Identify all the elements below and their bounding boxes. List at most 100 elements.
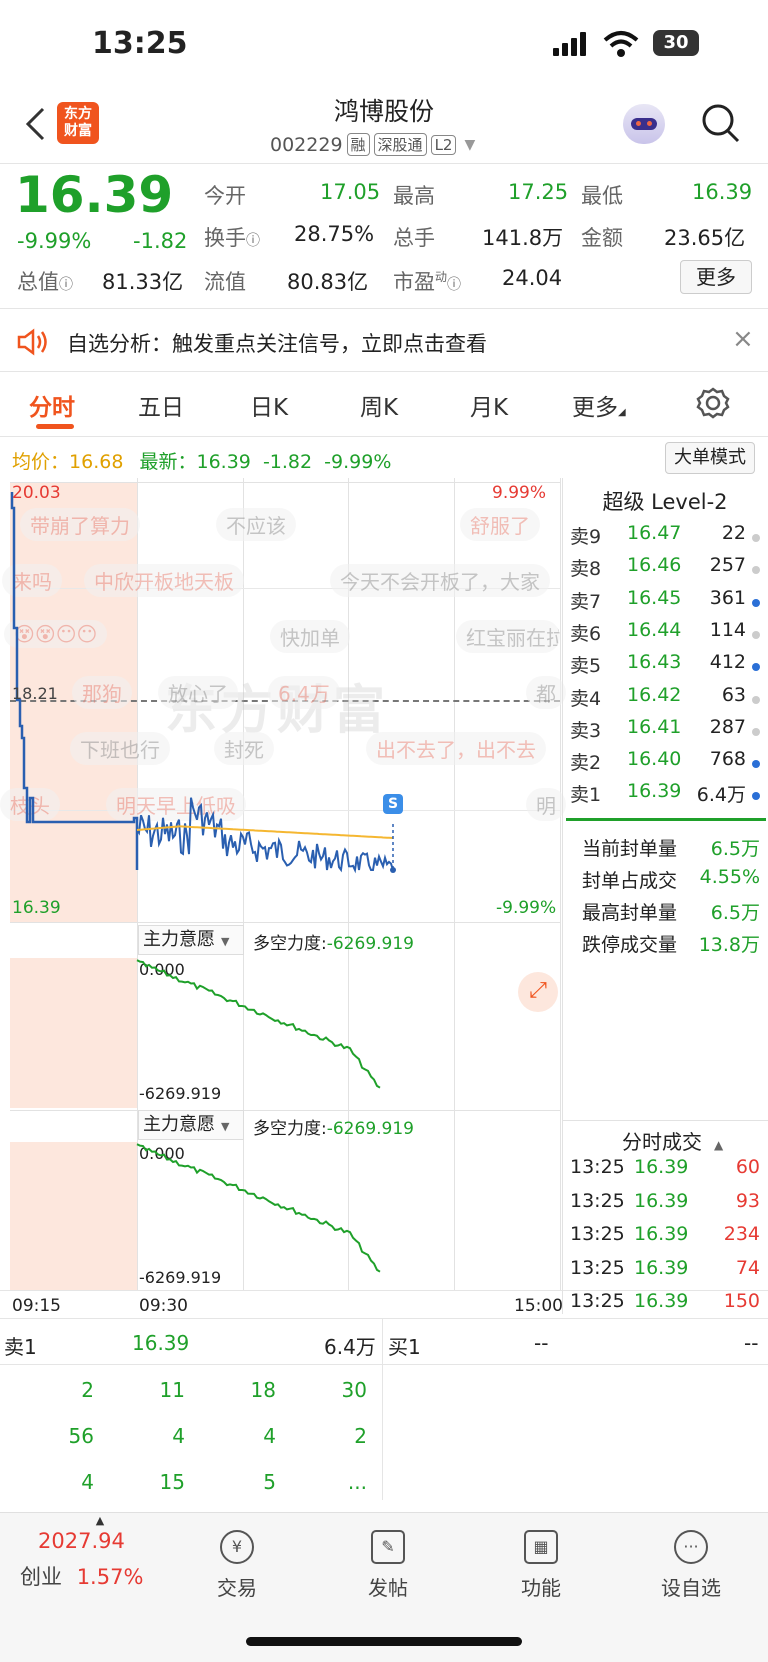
- ask-row[interactable]: 卖5 16.43 412: [570, 651, 760, 683]
- trade-volume: 150: [723, 1290, 760, 1312]
- mktcap-label[interactable]: 总值ⓘ: [17, 266, 73, 296]
- seal-stat-label: 封单占成交: [582, 870, 678, 892]
- queue-order: 2: [81, 1378, 94, 1402]
- tab-daily-k[interactable]: 日K: [250, 388, 288, 422]
- x-axis-start: 09:15: [12, 1296, 61, 1316]
- notice-text: 自选分析：触发重点关注信号，立即点击查看: [67, 332, 487, 356]
- ask-row[interactable]: 卖4 16.42 63: [570, 684, 760, 716]
- y-axis-bottom: 16.39: [12, 898, 61, 918]
- ask-label: 卖2: [570, 752, 602, 775]
- ask-volume: 63: [721, 683, 746, 706]
- close-icon[interactable]: ×: [732, 324, 754, 354]
- order-dot: [752, 695, 760, 704]
- trade-row: 13:25 16.39 234: [570, 1223, 760, 1255]
- nav-post[interactable]: ✎ 发帖: [343, 1530, 433, 1601]
- trades-title[interactable]: 分时成交 ▲: [622, 1126, 723, 1155]
- queue-order: 4: [81, 1470, 94, 1494]
- tab-intraday[interactable]: 分时: [29, 388, 75, 422]
- queue-order: 30: [341, 1378, 367, 1402]
- ask-volume: 412: [709, 651, 746, 674]
- stock-code-row[interactable]: 002229 融 深股通 L2 ▼: [270, 133, 475, 156]
- order-dot: [752, 792, 760, 801]
- seal-stat-row: 当前封单量 6.5万: [582, 834, 760, 866]
- tab-more[interactable]: 更多◢: [572, 388, 626, 422]
- ask-volume: 768: [709, 748, 746, 771]
- ask-price: 16.45: [627, 586, 682, 609]
- level2-title[interactable]: 超级 Level-2: [562, 486, 768, 516]
- nav-trade[interactable]: ¥ 交易: [192, 1530, 282, 1601]
- ask-volume: 287: [709, 715, 746, 738]
- queue-order: 5: [263, 1470, 276, 1494]
- y-axis-top: 20.03: [12, 483, 61, 503]
- tab-monthly-k[interactable]: 月K: [470, 388, 508, 422]
- indicator-selector[interactable]: 主力意愿 ▼: [138, 925, 244, 955]
- order-dot: [752, 760, 760, 769]
- more-quote-button[interactable]: 更多: [680, 260, 752, 294]
- robot-avatar-icon[interactable]: [623, 104, 665, 144]
- stock-code: 002229: [270, 133, 343, 156]
- change-amount: -1.82: [133, 229, 188, 253]
- analysis-notice[interactable]: 自选分析：触发重点关注信号，立即点击查看 ×: [0, 312, 768, 370]
- index-ticker[interactable]: ▲ 2027.94 创业 1.57%: [20, 1514, 160, 1591]
- ask-label: 卖6: [570, 622, 602, 645]
- index-pct: 1.57%: [76, 1565, 144, 1589]
- ask-row[interactable]: 卖8 16.46 257: [570, 554, 760, 586]
- ask-row[interactable]: 卖7 16.45 361: [570, 587, 760, 619]
- settings-gear-icon[interactable]: [696, 386, 730, 420]
- seal-stat-label: 跌停成交量: [582, 934, 678, 956]
- trade-volume: 234: [723, 1223, 760, 1245]
- volume-value: 141.8万: [482, 226, 564, 250]
- ask-label: 卖7: [570, 590, 602, 613]
- pe-label[interactable]: 市盈动ⓘ: [393, 266, 461, 296]
- chevron-up-icon: ▲: [95, 1514, 105, 1527]
- queue-order: 4: [263, 1424, 276, 1448]
- ask-row[interactable]: 卖3 16.41 287: [570, 716, 760, 748]
- nav-functions[interactable]: ▦ 功能: [496, 1530, 586, 1601]
- ask-row[interactable]: 卖1 16.39 6.4万: [570, 780, 760, 812]
- search-icon[interactable]: [701, 102, 741, 144]
- big-order-mode-button[interactable]: 大单模式: [665, 442, 755, 474]
- trade-price: 16.39: [634, 1290, 689, 1312]
- x-axis-open: 09:30: [139, 1296, 188, 1316]
- current-price: 16.39: [15, 166, 174, 224]
- float-value: 80.83亿: [287, 270, 369, 294]
- ask-price: 16.43: [627, 651, 682, 674]
- index-name: 创业: [20, 1565, 62, 1589]
- divider: [566, 818, 766, 821]
- order-dot: [752, 598, 760, 607]
- order-dot: [752, 663, 760, 672]
- trade-icon: ¥: [220, 1530, 254, 1564]
- tab-5day[interactable]: 五日: [138, 388, 184, 422]
- ask-row[interactable]: 卖6 16.44 114: [570, 619, 760, 651]
- expand-icon[interactable]: ⤢: [518, 972, 558, 1012]
- change-pct: -9.99%: [17, 229, 92, 253]
- y-axis-mid: 18.21: [12, 684, 58, 703]
- turnover-label[interactable]: 换手ⓘ: [204, 222, 260, 252]
- seal-stat-value: 13.8万: [698, 934, 760, 956]
- intraday-chart[interactable]: 东方财富 带崩了算力 不应该 舒服了 来吗 中欣开板地天板 今天不会开板了，大家…: [0, 478, 566, 1290]
- seal-stat-label: 当前封单量: [582, 838, 678, 860]
- tab-weekly-k[interactable]: 周K: [360, 388, 398, 422]
- queue-order: 11: [159, 1378, 185, 1402]
- tag-margin: 融: [346, 133, 370, 156]
- indicator-selector[interactable]: 主力意愿 ▼: [138, 1110, 244, 1140]
- ask-row[interactable]: 卖9 16.47 22: [570, 522, 760, 554]
- grid-icon: ▦: [524, 1530, 558, 1564]
- ask-price: 16.44: [627, 618, 682, 641]
- status-time: 13:25: [92, 26, 188, 61]
- chart-header: 均价：16.68 最新：16.39 -1.82 -9.99%: [12, 451, 392, 473]
- s-badge-icon[interactable]: S: [383, 794, 403, 814]
- trade-time: 13:25: [570, 1256, 625, 1279]
- queue-order: 4: [172, 1424, 185, 1448]
- seal-stat-value: 4.55%: [699, 866, 760, 888]
- seal-stat-row: 跌停成交量 13.8万: [582, 930, 760, 962]
- sell1-price: 16.39: [132, 1331, 190, 1355]
- ask-volume: 361: [709, 586, 746, 609]
- trade-price: 16.39: [634, 1256, 689, 1279]
- ask-volume: 257: [709, 554, 746, 577]
- trade-time: 13:25: [570, 1189, 625, 1212]
- ask-row[interactable]: 卖2 16.40 768: [570, 748, 760, 780]
- pe-value: 24.04: [502, 266, 563, 290]
- nav-add-watchlist[interactable]: ··· 设自选: [646, 1530, 736, 1601]
- trade-price: 16.39: [634, 1156, 689, 1178]
